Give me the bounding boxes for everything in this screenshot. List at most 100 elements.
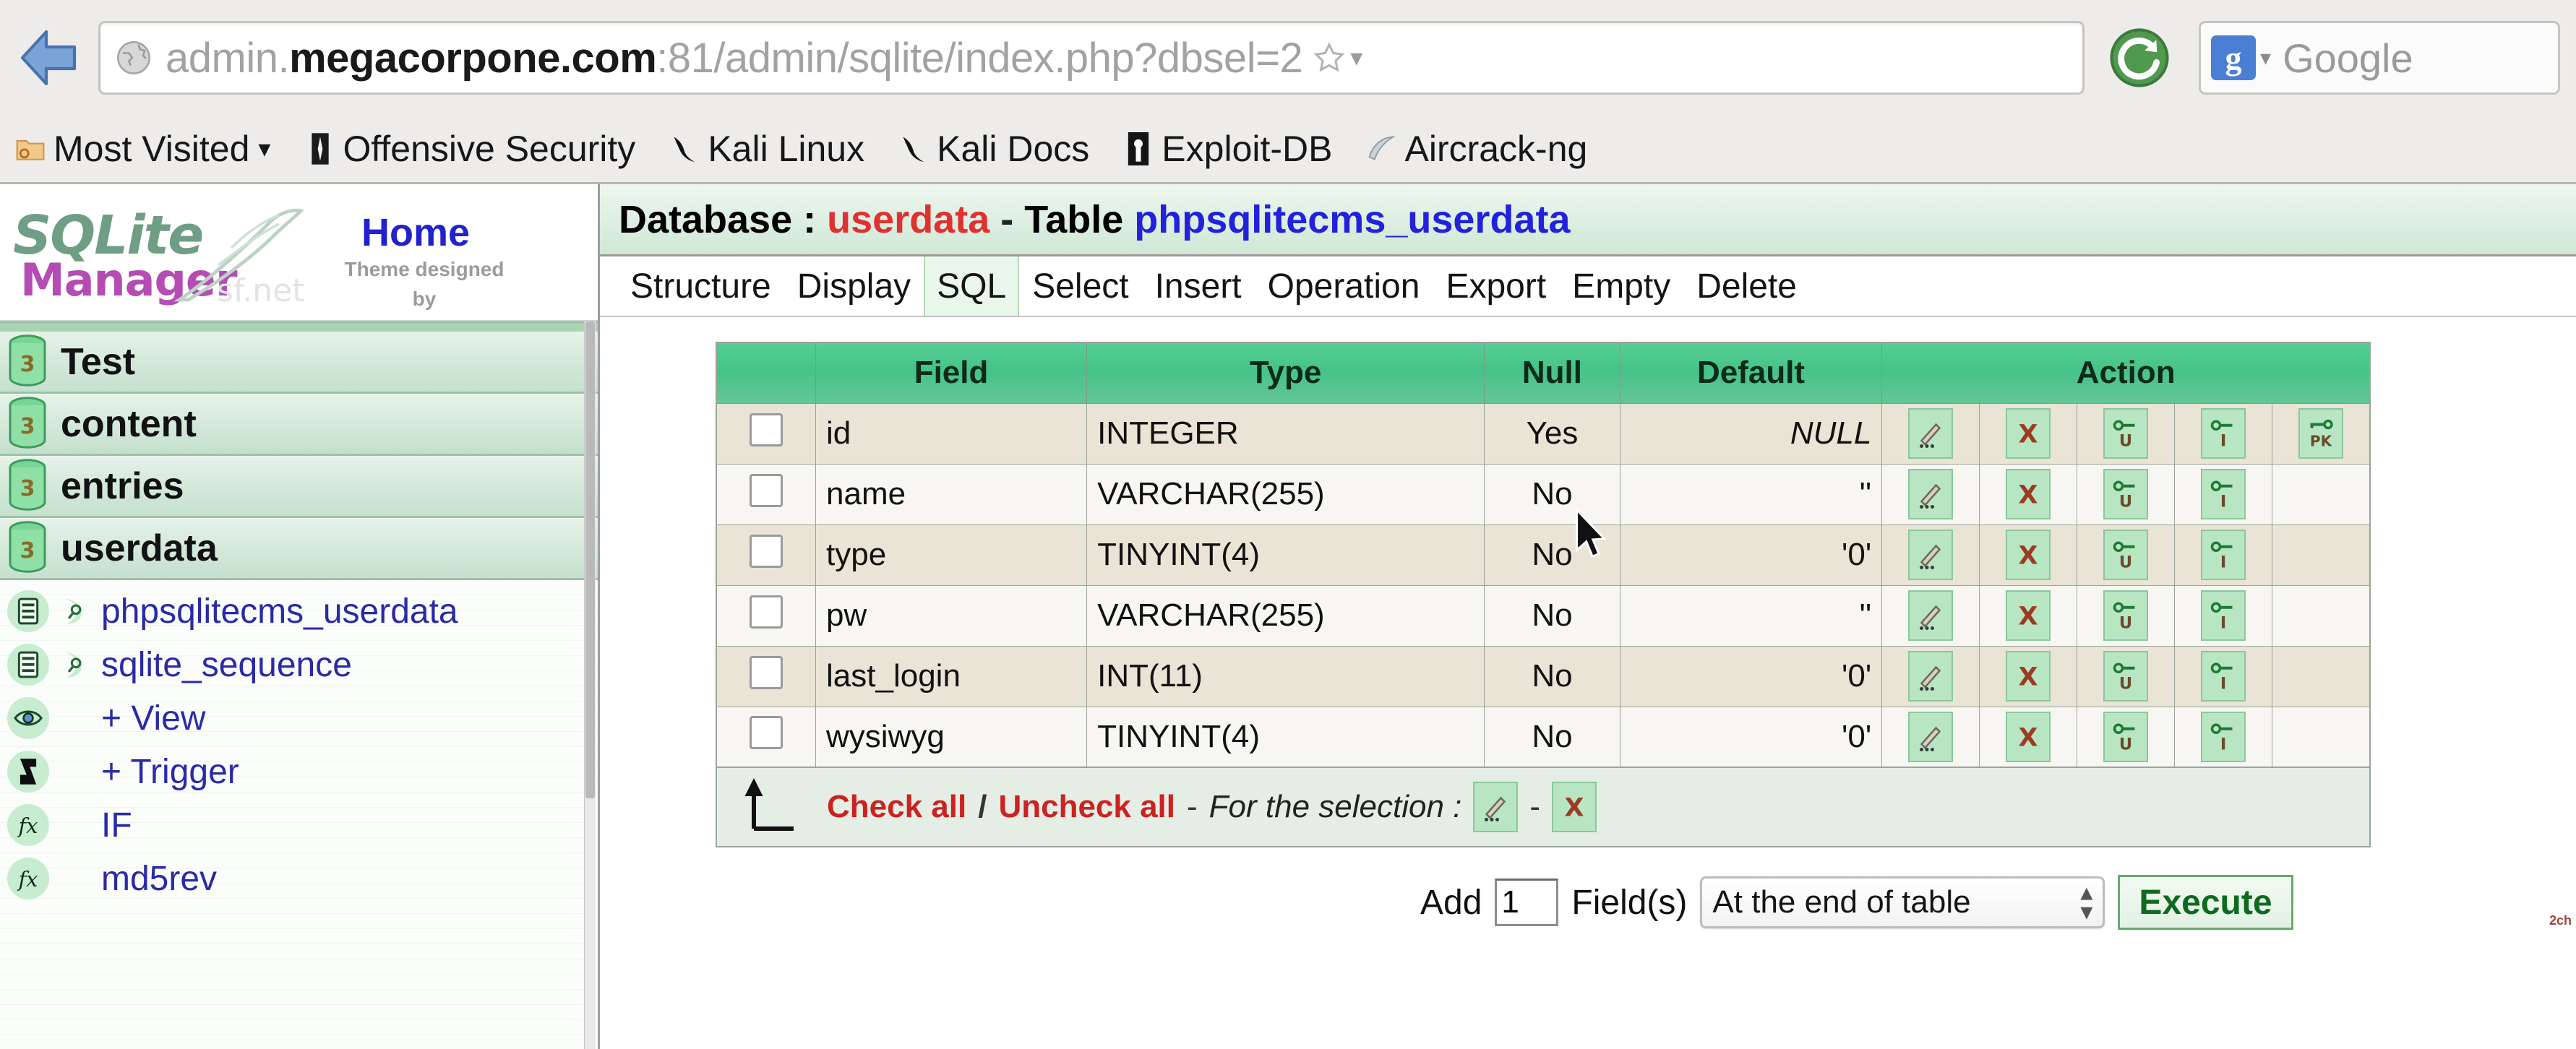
tab-display[interactable]: Display bbox=[784, 256, 924, 316]
row-checkbox-cell[interactable] bbox=[716, 584, 817, 647]
tab-select[interactable]: Select bbox=[1019, 256, 1141, 316]
bookmark-kali-linux[interactable]: Kali Linux bbox=[669, 128, 864, 170]
action-unique-cell[interactable]: U bbox=[2077, 402, 2176, 465]
database-item-content[interactable]: 3 content bbox=[0, 394, 598, 456]
action-unique-cell[interactable]: U bbox=[2077, 463, 2176, 525]
index-key-icon[interactable]: I bbox=[2201, 651, 2246, 702]
database-item-userdata[interactable]: 3 userdata bbox=[0, 518, 598, 580]
index-key-icon[interactable]: I bbox=[2201, 408, 2246, 459]
edit-icon[interactable] bbox=[1908, 469, 1954, 519]
back-button[interactable] bbox=[16, 23, 85, 92]
unique-key-icon[interactable]: U bbox=[2103, 469, 2149, 519]
action-unique-cell[interactable]: U bbox=[2077, 584, 2176, 647]
row-checkbox[interactable] bbox=[750, 473, 783, 507]
row-checkbox[interactable] bbox=[750, 655, 783, 689]
action-unique-cell[interactable]: U bbox=[2077, 706, 2176, 768]
execute-button[interactable]: Execute bbox=[2118, 875, 2293, 930]
action-index-cell[interactable]: I bbox=[2174, 645, 2273, 707]
row-checkbox-cell[interactable] bbox=[716, 706, 817, 768]
row-checkbox-cell[interactable] bbox=[716, 463, 817, 525]
bookmark-aircrack-ng[interactable]: Aircrack-ng bbox=[1365, 128, 1587, 170]
field-position-select[interactable]: At the end of table ▴ ▾ bbox=[1700, 876, 2105, 928]
action-drop-cell[interactable]: X bbox=[1979, 584, 2078, 647]
unique-key-icon[interactable]: U bbox=[2103, 530, 2149, 580]
action-drop-cell[interactable]: X bbox=[1979, 463, 2078, 525]
reload-button[interactable] bbox=[2105, 23, 2174, 92]
row-checkbox[interactable] bbox=[750, 413, 783, 446]
index-key-icon[interactable]: I bbox=[2201, 711, 2246, 762]
browse-magnifier-icon[interactable] bbox=[59, 650, 91, 679]
row-checkbox-cell[interactable] bbox=[716, 524, 817, 586]
sidebar-scrollbar[interactable] bbox=[584, 321, 596, 1049]
edit-icon[interactable] bbox=[1473, 782, 1519, 832]
database-item-test[interactable]: 3 Test bbox=[0, 332, 598, 394]
action-index-cell[interactable]: I bbox=[2174, 524, 2273, 586]
edit-icon[interactable] bbox=[1908, 651, 1954, 702]
action-edit-cell[interactable] bbox=[1881, 402, 1980, 465]
sidebar-scrollbar-thumb[interactable] bbox=[585, 321, 595, 798]
row-checkbox-cell[interactable] bbox=[716, 645, 817, 707]
drop-x-icon[interactable]: X bbox=[2006, 530, 2051, 580]
action-edit-cell[interactable] bbox=[1881, 524, 1980, 586]
drop-x-icon[interactable]: X bbox=[2006, 469, 2051, 519]
tree-item-if-function[interactable]: fx IF bbox=[0, 798, 598, 852]
bookmark-offensive-security[interactable]: Offensive Security bbox=[304, 128, 635, 170]
drop-x-icon[interactable]: X bbox=[2006, 590, 2051, 641]
unique-key-icon[interactable]: U bbox=[2103, 408, 2149, 459]
tab-export[interactable]: Export bbox=[1433, 256, 1559, 316]
uncheck-all-link[interactable]: Uncheck all bbox=[998, 789, 1175, 825]
tab-sql[interactable]: SQL bbox=[924, 256, 1020, 316]
search-input[interactable]: Google bbox=[2283, 35, 2413, 82]
tab-empty[interactable]: Empty bbox=[1559, 256, 1683, 316]
index-key-icon[interactable]: I bbox=[2201, 590, 2246, 641]
row-checkbox[interactable] bbox=[750, 716, 783, 750]
action-unique-cell[interactable]: U bbox=[2077, 524, 2176, 586]
tree-item-phpsqlitecms-userdata[interactable]: phpsqlitecms_userdata bbox=[0, 584, 598, 638]
action-unique-cell[interactable]: U bbox=[2077, 645, 2176, 707]
drop-x-icon[interactable]: X bbox=[2006, 711, 2051, 762]
action-index-cell[interactable]: I bbox=[2174, 402, 2273, 465]
action-drop-cell[interactable]: X bbox=[1979, 645, 2078, 707]
drop-x-icon[interactable]: X bbox=[2006, 408, 2051, 459]
tab-insert[interactable]: Insert bbox=[1142, 256, 1255, 316]
select-spinner-icon[interactable]: ▴ ▾ bbox=[2080, 880, 2092, 924]
row-checkbox-cell[interactable] bbox=[716, 402, 817, 465]
home-link[interactable]: Home bbox=[361, 210, 470, 255]
action-edit-cell[interactable] bbox=[1881, 706, 1980, 768]
chevron-down-icon[interactable]: ▾ bbox=[2260, 46, 2271, 71]
action-index-cell[interactable]: I bbox=[2174, 706, 2273, 768]
action-primary-key-cell[interactable]: PK bbox=[2272, 402, 2371, 465]
field-count-input[interactable] bbox=[1495, 879, 1559, 926]
primary-key-icon[interactable]: PK bbox=[2298, 408, 2344, 459]
unique-key-icon[interactable]: U bbox=[2103, 651, 2149, 702]
bookmark-exploit-db[interactable]: Exploit-DB bbox=[1122, 128, 1332, 170]
search-bar[interactable]: g ▾ Google bbox=[2199, 21, 2560, 95]
check-all-link[interactable]: Check all bbox=[827, 789, 966, 825]
index-key-icon[interactable]: I bbox=[2201, 469, 2246, 519]
tree-item-add-view[interactable]: + View bbox=[0, 691, 598, 745]
unique-key-icon[interactable]: U bbox=[2103, 590, 2149, 641]
tree-item-add-trigger[interactable]: + Trigger bbox=[0, 745, 598, 798]
tab-operation[interactable]: Operation bbox=[1255, 256, 1433, 316]
drop-x-icon[interactable]: X bbox=[2006, 651, 2051, 702]
edit-icon[interactable] bbox=[1908, 408, 1954, 459]
tree-item-sqlite-sequence[interactable]: sqlite_sequence bbox=[0, 638, 598, 691]
unique-key-icon[interactable]: U bbox=[2103, 711, 2149, 762]
edit-icon[interactable] bbox=[1908, 530, 1954, 580]
action-drop-cell[interactable]: X bbox=[1979, 524, 2078, 586]
bookmark-kali-docs[interactable]: Kali Docs bbox=[898, 128, 1089, 170]
action-index-cell[interactable]: I bbox=[2174, 463, 2273, 525]
bookmark-most-visited[interactable]: Most Visited ▾ bbox=[14, 128, 271, 170]
bookmark-star-icon[interactable]: ▾ bbox=[1313, 41, 1362, 74]
action-edit-cell[interactable] bbox=[1881, 584, 1980, 647]
action-index-cell[interactable]: I bbox=[2174, 584, 2273, 647]
chevron-down-icon[interactable]: ▾ bbox=[258, 134, 270, 163]
browse-magnifier-icon[interactable] bbox=[59, 597, 91, 626]
url-bar[interactable]: admin.megacorpone.com:81/admin/sqlite/in… bbox=[98, 21, 2085, 95]
edit-icon[interactable] bbox=[1908, 711, 1954, 762]
tab-structure[interactable]: Structure bbox=[617, 256, 784, 316]
action-edit-cell[interactable] bbox=[1881, 463, 1980, 525]
drop-x-icon[interactable]: X bbox=[1552, 782, 1597, 832]
search-engine-icon[interactable]: g bbox=[2211, 35, 2256, 80]
database-item-entries[interactable]: 3 entries bbox=[0, 456, 598, 518]
